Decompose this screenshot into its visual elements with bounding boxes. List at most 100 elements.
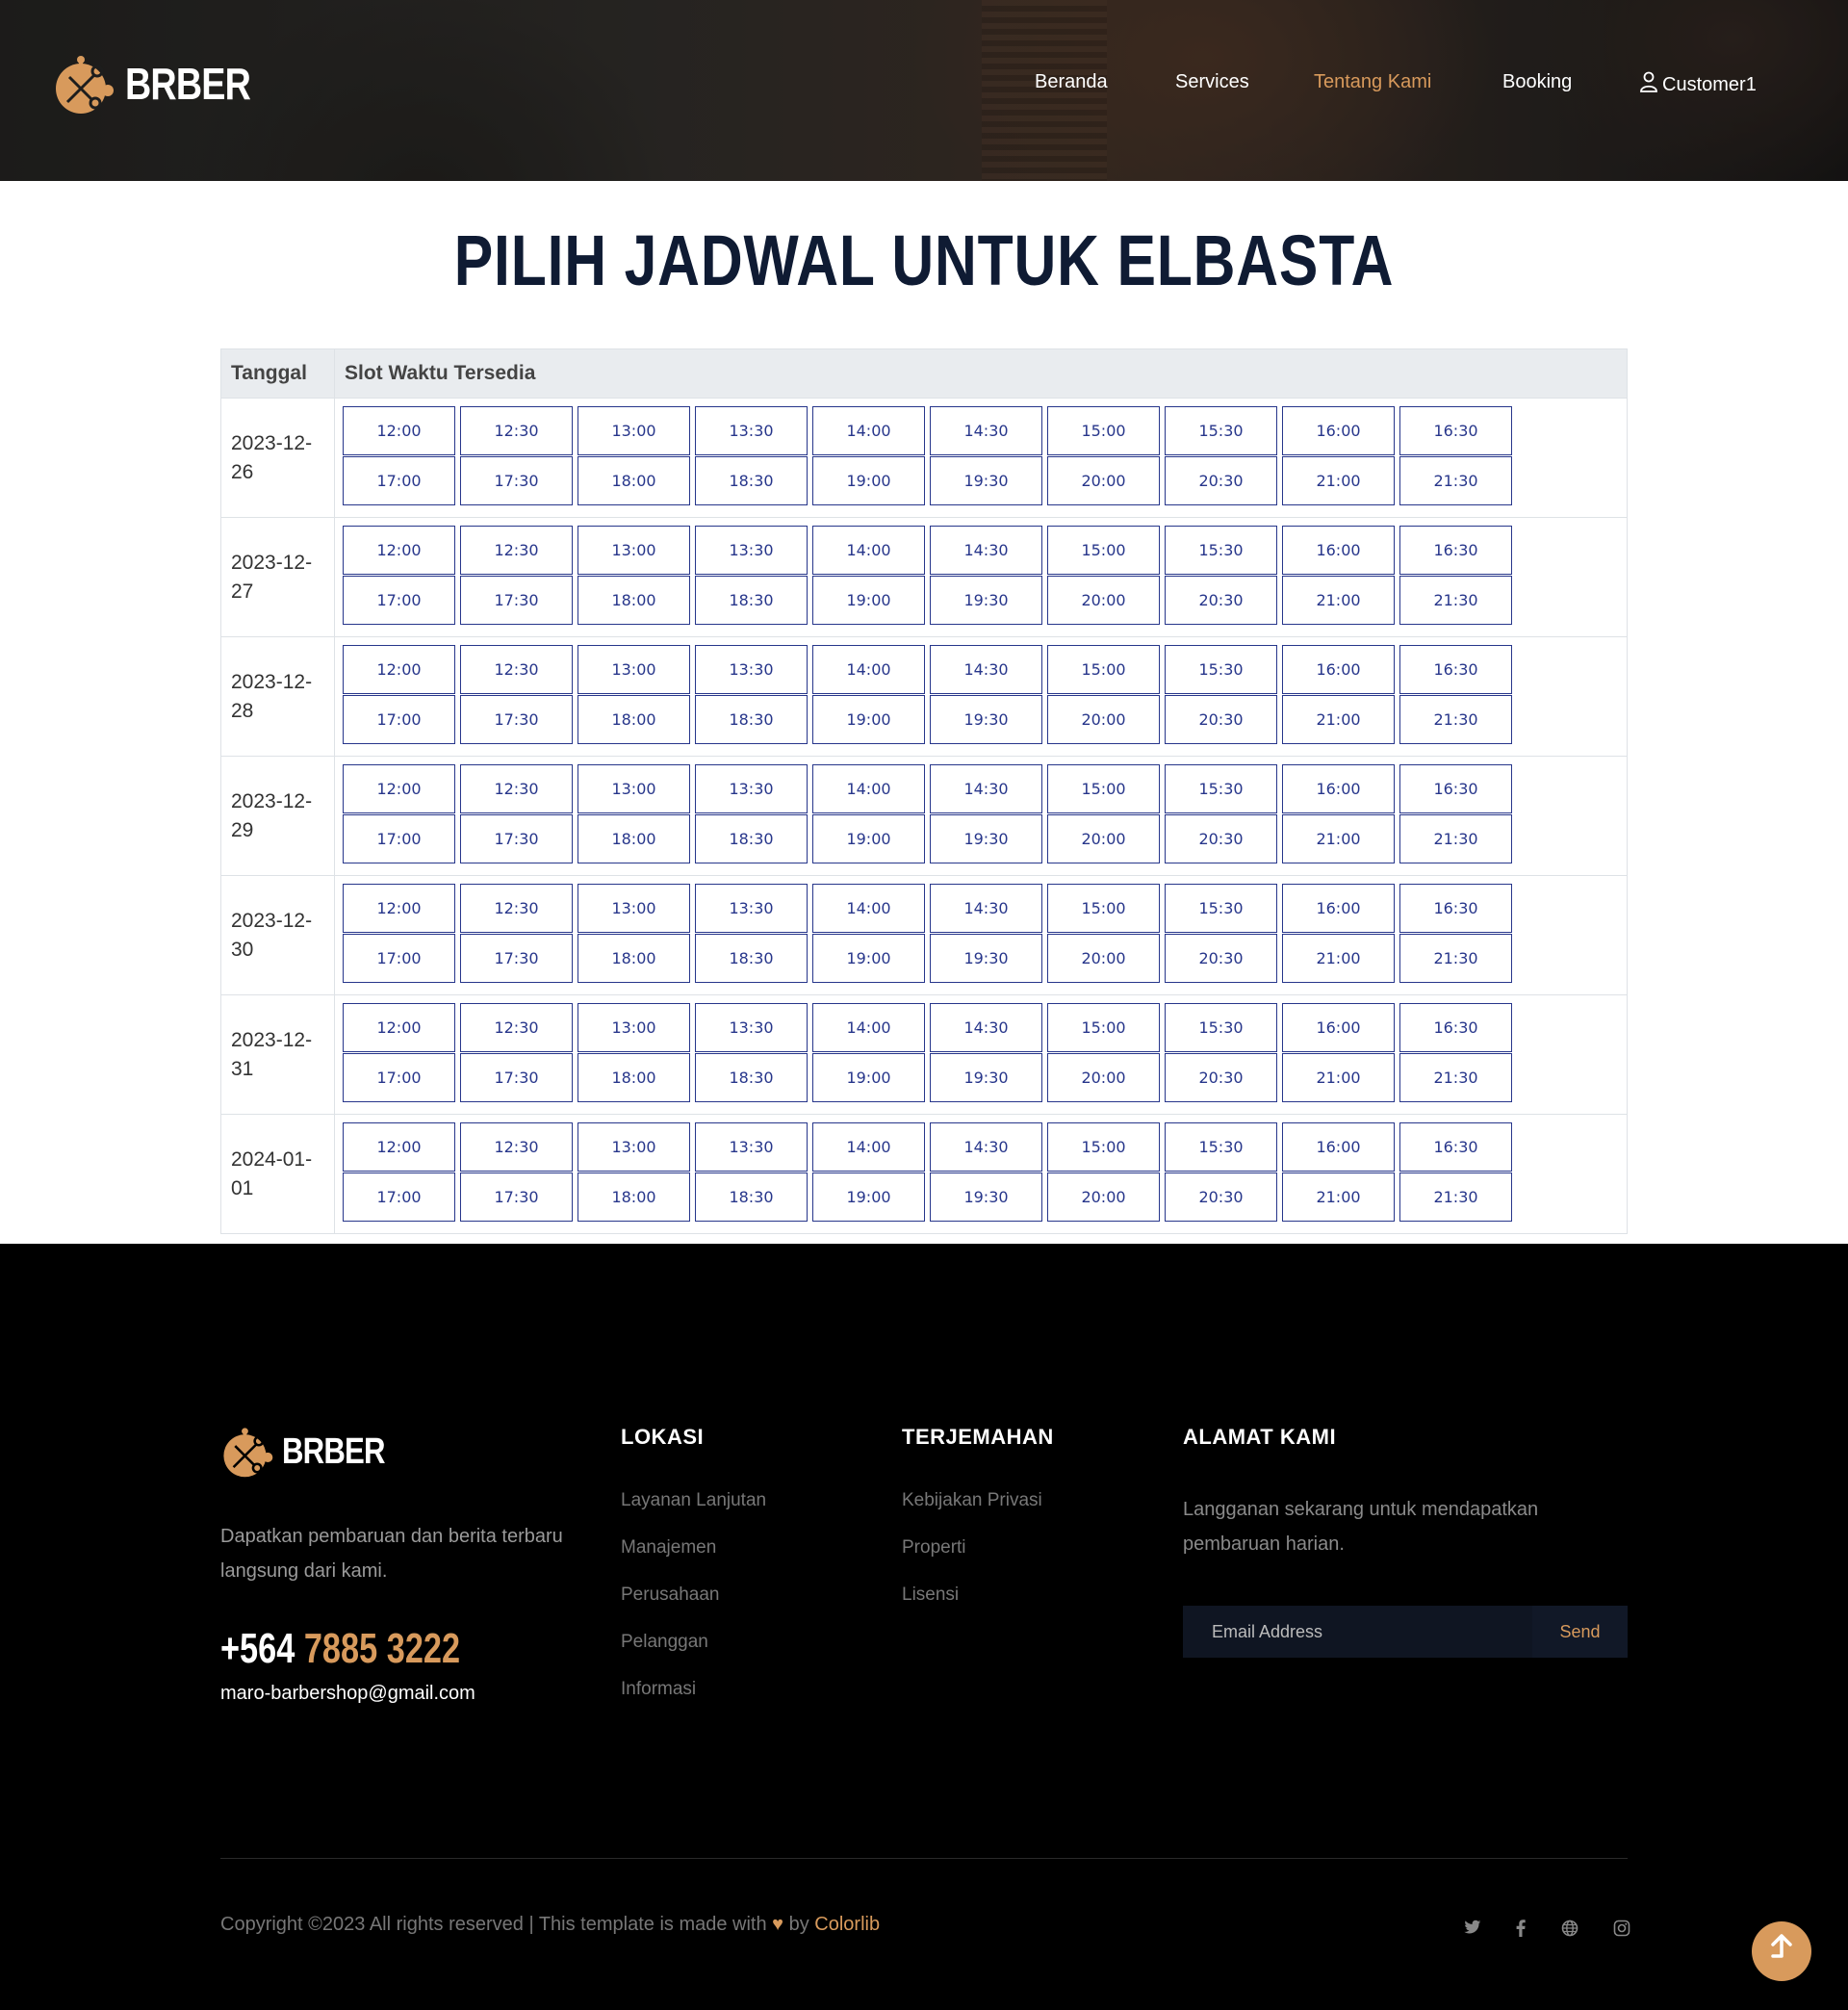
time-slot-button[interactable]: 18:30 [695,576,808,625]
time-slot-button[interactable]: 14:00 [812,884,925,933]
time-slot-button[interactable]: 17:30 [460,934,573,983]
time-slot-button[interactable]: 13:30 [695,406,808,455]
time-slot-button[interactable]: 16:30 [1399,526,1512,575]
time-slot-button[interactable]: 21:00 [1282,1172,1395,1222]
time-slot-button[interactable]: 15:30 [1165,884,1277,933]
time-slot-button[interactable]: 16:30 [1399,406,1512,455]
time-slot-button[interactable]: 14:30 [930,1003,1042,1052]
time-slot-button[interactable]: 16:30 [1399,884,1512,933]
time-slot-button[interactable]: 16:00 [1282,526,1395,575]
header-logo[interactable]: BRBER [52,52,278,116]
time-slot-button[interactable]: 13:00 [578,406,690,455]
time-slot-button[interactable]: 16:00 [1282,764,1395,813]
time-slot-button[interactable]: 13:00 [578,764,690,813]
time-slot-button[interactable]: 16:30 [1399,1003,1512,1052]
globe-icon[interactable] [1560,1920,1579,1942]
time-slot-button[interactable]: 14:30 [930,1122,1042,1172]
footer-email[interactable]: maro-barbershop@gmail.com [220,1683,475,1705]
time-slot-button[interactable]: 19:00 [812,456,925,505]
time-slot-button[interactable]: 12:30 [460,764,573,813]
time-slot-button[interactable]: 20:00 [1047,1053,1160,1102]
footer-phone[interactable]: +564 7885 3222 [220,1625,460,1673]
nav-customer-account[interactable]: Customer1 [1639,71,1757,98]
time-slot-button[interactable]: 18:00 [578,1172,690,1222]
time-slot-button[interactable]: 17:00 [343,456,455,505]
time-slot-button[interactable]: 20:00 [1047,695,1160,744]
time-slot-button[interactable]: 21:30 [1399,1053,1512,1102]
time-slot-button[interactable]: 20:00 [1047,814,1160,863]
time-slot-button[interactable]: 21:30 [1399,456,1512,505]
time-slot-button[interactable]: 19:30 [930,1053,1042,1102]
time-slot-button[interactable]: 20:00 [1047,1172,1160,1222]
time-slot-button[interactable]: 13:30 [695,526,808,575]
time-slot-button[interactable]: 18:30 [695,814,808,863]
time-slot-button[interactable]: 19:00 [812,695,925,744]
scroll-to-top-button[interactable] [1752,1921,1811,1981]
footer-logo[interactable]: BRBER [220,1425,407,1479]
time-slot-button[interactable]: 14:30 [930,406,1042,455]
time-slot-button[interactable]: 18:00 [578,814,690,863]
time-slot-button[interactable]: 20:00 [1047,456,1160,505]
time-slot-button[interactable]: 12:30 [460,406,573,455]
time-slot-button[interactable]: 19:00 [812,814,925,863]
time-slot-button[interactable]: 20:30 [1165,576,1277,625]
time-slot-button[interactable]: 14:30 [930,764,1042,813]
time-slot-button[interactable]: 19:30 [930,456,1042,505]
time-slot-button[interactable]: 13:30 [695,645,808,694]
time-slot-button[interactable]: 13:30 [695,1122,808,1172]
footer-link-lisensi[interactable]: Lisensi [902,1585,1054,1632]
time-slot-button[interactable]: 21:00 [1282,1053,1395,1102]
time-slot-button[interactable]: 20:30 [1165,814,1277,863]
time-slot-button[interactable]: 14:30 [930,884,1042,933]
time-slot-button[interactable]: 14:30 [930,645,1042,694]
footer-link-perusahaan[interactable]: Perusahaan [621,1585,766,1632]
time-slot-button[interactable]: 12:30 [460,1122,573,1172]
time-slot-button[interactable]: 15:00 [1047,884,1160,933]
time-slot-button[interactable]: 15:00 [1047,1003,1160,1052]
time-slot-button[interactable]: 17:00 [343,814,455,863]
time-slot-button[interactable]: 15:30 [1165,764,1277,813]
time-slot-button[interactable]: 20:30 [1165,1172,1277,1222]
time-slot-button[interactable]: 16:00 [1282,645,1395,694]
time-slot-button[interactable]: 16:30 [1399,1122,1512,1172]
time-slot-button[interactable]: 20:00 [1047,934,1160,983]
time-slot-button[interactable]: 18:00 [578,1053,690,1102]
time-slot-button[interactable]: 12:30 [460,526,573,575]
time-slot-button[interactable]: 12:00 [343,764,455,813]
time-slot-button[interactable]: 14:00 [812,1122,925,1172]
time-slot-button[interactable]: 17:30 [460,456,573,505]
time-slot-button[interactable]: 20:00 [1047,576,1160,625]
time-slot-button[interactable]: 16:00 [1282,406,1395,455]
time-slot-button[interactable]: 15:00 [1047,645,1160,694]
time-slot-button[interactable]: 20:30 [1165,456,1277,505]
time-slot-button[interactable]: 16:30 [1399,645,1512,694]
time-slot-button[interactable]: 20:30 [1165,695,1277,744]
instagram-icon[interactable] [1612,1920,1631,1942]
time-slot-button[interactable]: 19:30 [930,576,1042,625]
time-slot-button[interactable]: 15:00 [1047,406,1160,455]
facebook-icon[interactable] [1511,1920,1530,1942]
time-slot-button[interactable]: 12:30 [460,645,573,694]
time-slot-button[interactable]: 14:00 [812,526,925,575]
time-slot-button[interactable]: 19:00 [812,934,925,983]
time-slot-button[interactable]: 13:30 [695,884,808,933]
time-slot-button[interactable]: 17:30 [460,695,573,744]
time-slot-button[interactable]: 15:30 [1165,1122,1277,1172]
time-slot-button[interactable]: 18:30 [695,456,808,505]
time-slot-button[interactable]: 21:30 [1399,695,1512,744]
nav-beranda[interactable]: Beranda [1035,71,1108,93]
twitter-icon[interactable] [1463,1920,1482,1940]
time-slot-button[interactable]: 15:30 [1165,645,1277,694]
time-slot-button[interactable]: 17:00 [343,934,455,983]
time-slot-button[interactable]: 18:30 [695,1053,808,1102]
time-slot-button[interactable]: 20:30 [1165,934,1277,983]
time-slot-button[interactable]: 12:00 [343,406,455,455]
time-slot-button[interactable]: 18:00 [578,934,690,983]
footer-link-informasi[interactable]: Informasi [621,1679,766,1726]
time-slot-button[interactable]: 13:30 [695,764,808,813]
time-slot-button[interactable]: 20:30 [1165,1053,1277,1102]
time-slot-button[interactable]: 15:00 [1047,1122,1160,1172]
time-slot-button[interactable]: 16:00 [1282,884,1395,933]
time-slot-button[interactable]: 17:30 [460,1172,573,1222]
time-slot-button[interactable]: 12:00 [343,1003,455,1052]
